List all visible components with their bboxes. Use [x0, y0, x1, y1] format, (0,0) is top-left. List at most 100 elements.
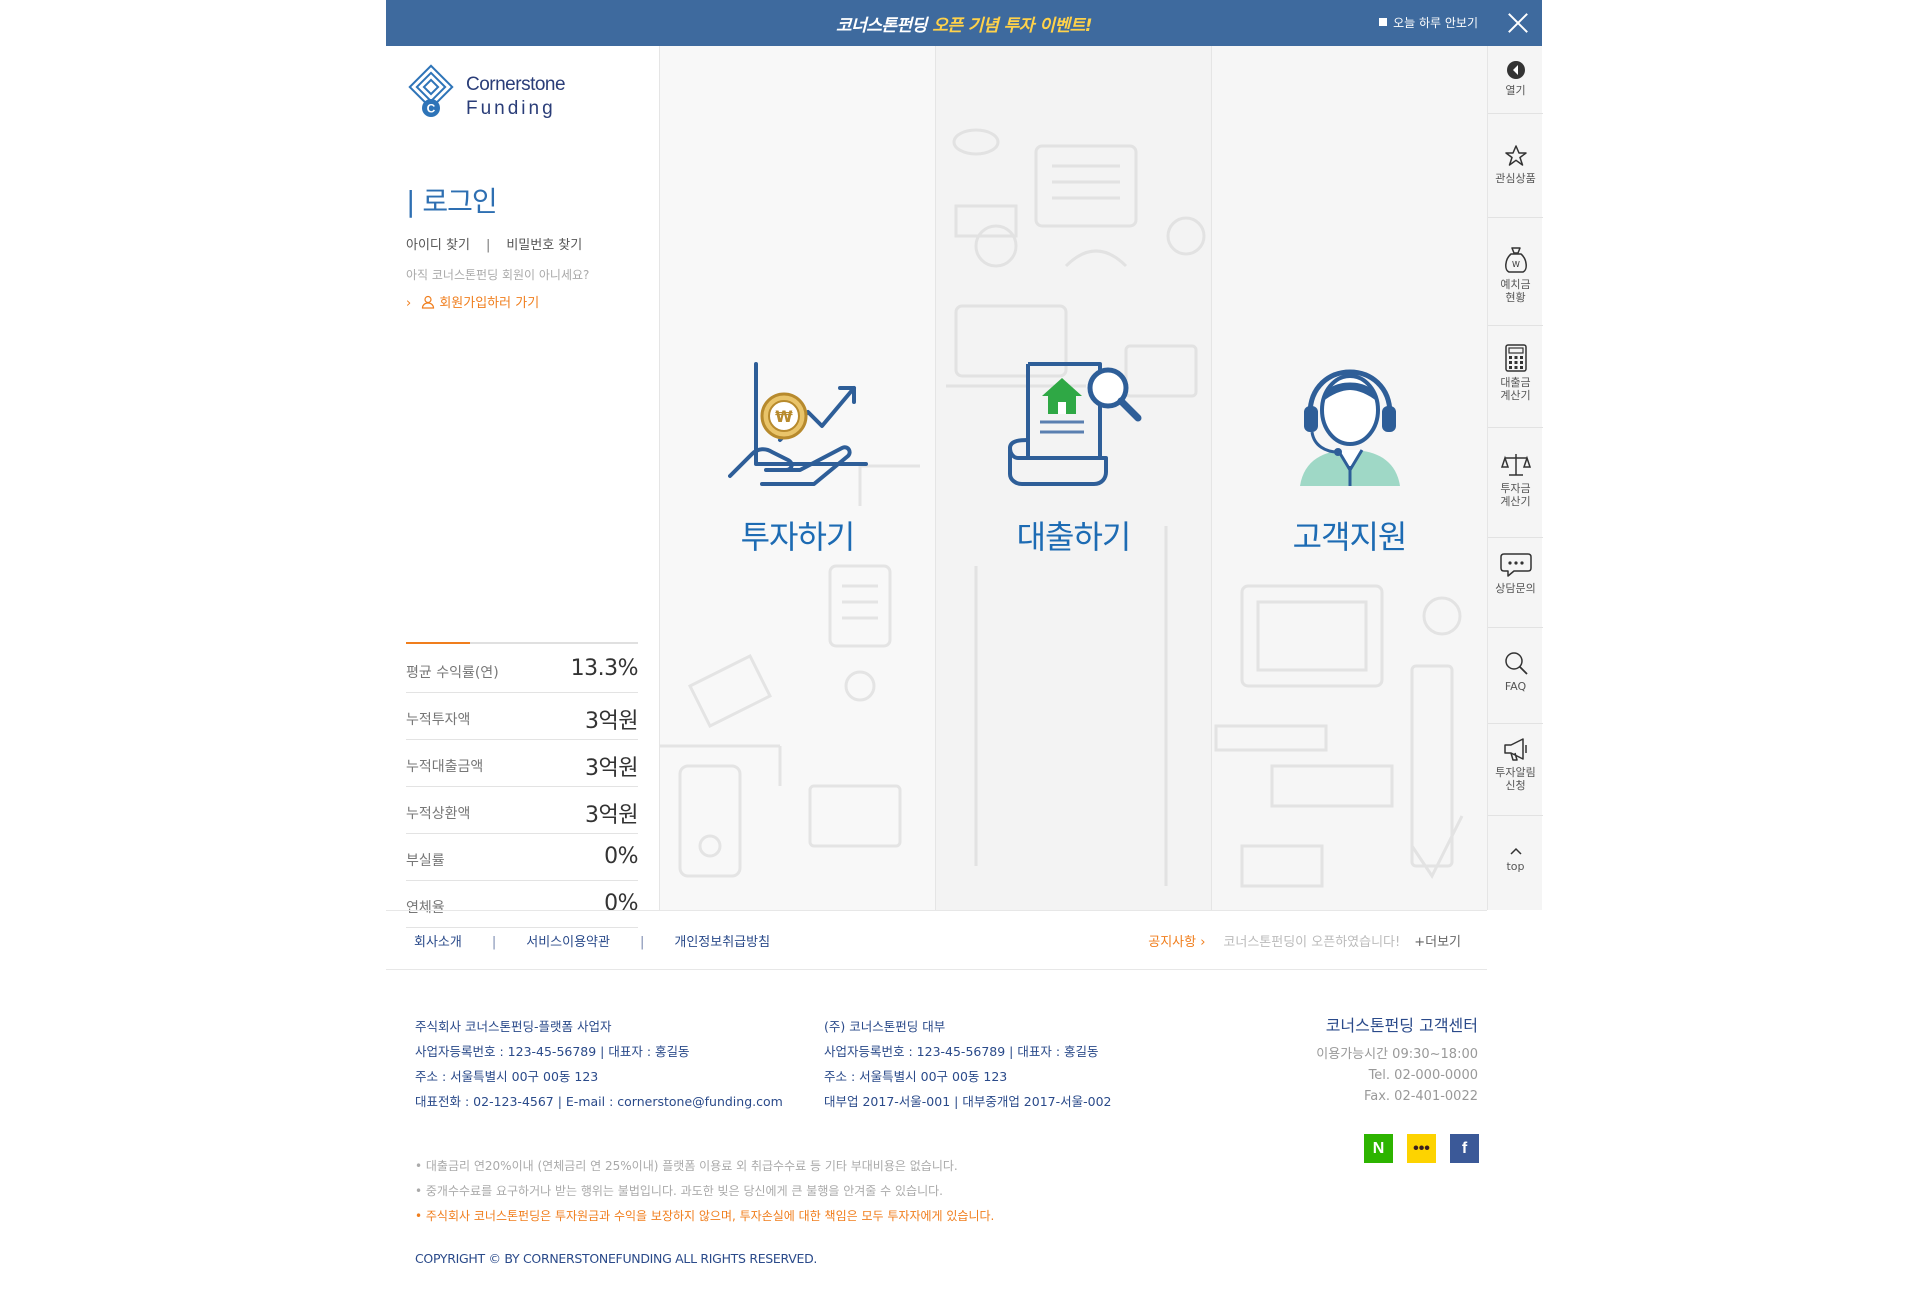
- notice-bar: 공지사항 › 코너스톤펀딩이 오픈하였습니다! +더보기: [1148, 931, 1461, 950]
- company-info-line: 주식회사 코너스톤펀딩-플랫폼 사업자: [415, 1019, 612, 1034]
- support-card[interactable]: 고객지원: [1211, 46, 1487, 910]
- not-member-text: 아직 코너스톤펀딩 회원이 아니세요?: [406, 268, 590, 282]
- company-info-line: 주소 : 서울특별시 00구 00동 123: [415, 1069, 599, 1084]
- star-icon: [1504, 145, 1527, 166]
- invest-title: 투자하기: [740, 518, 856, 556]
- left-panel: C Cornerstone Funding | 로그인 아이디 찾기 | 비밀번호 …: [386, 46, 659, 928]
- footer-nav: 회사소개 | 서비스이용약관 | 개인정보취급방침 공지사항 › 코너스톤펀딩이 오픈하였…: [386, 910, 1487, 970]
- stat-label: 누적상환액: [406, 806, 471, 822]
- event-banner[interactable]: 코너스톤펀딩 오픈 기념 투자 이벤트! 오늘 하루 안보기: [386, 0, 1542, 46]
- customer-center-fax: Fax. 02-401-0022: [1363, 1089, 1478, 1104]
- quick-favorites-button[interactable]: 관심상품: [1488, 144, 1543, 218]
- quick-open-button[interactable]: 열기: [1488, 60, 1543, 114]
- quick-deposit-button[interactable]: W 예치금 현황: [1488, 246, 1543, 326]
- quick-loan-calc-button[interactable]: 대출금 계산기: [1488, 344, 1543, 428]
- customer-center-tel: Tel. 02-000-0000: [1368, 1068, 1478, 1083]
- stat-label: 누적투자액: [406, 712, 471, 728]
- loan-icon: [1008, 362, 1142, 486]
- footer-separator: |: [639, 935, 645, 950]
- megaphone-icon: [1503, 738, 1527, 761]
- quick-alert-button[interactable]: 투자알림 신청: [1488, 736, 1543, 816]
- facebook-icon[interactable]: f: [1450, 1134, 1479, 1163]
- quick-top-button[interactable]: top: [1488, 846, 1543, 886]
- disclaimer-line-highlight: • 주식회사 코너스톤펀딩은 투자원금과 수익을 보장하지 않으며, 투자손실에…: [415, 1209, 995, 1223]
- footer-separator: |: [491, 935, 497, 950]
- stat-value: 13.3%: [570, 656, 639, 681]
- quick-loan-calc-line2: 계산기: [1500, 389, 1531, 402]
- event-text[interactable]: 코너스톤펀딩 오픈 기념 투자 이벤트!: [386, 11, 1542, 36]
- chevron-right-icon: ›: [406, 296, 412, 311]
- scale-icon: [1500, 454, 1531, 476]
- close-icon[interactable]: [1506, 10, 1530, 34]
- company-info-platform: 주식회사 코너스톤펀딩-플랫폼 사업자 사업자등록번호 : 123-45-567…: [415, 1014, 783, 1114]
- calculator-icon: [1504, 344, 1527, 372]
- quick-alert-line2: 신청: [1505, 779, 1526, 792]
- quick-loan-calc-label: 대출금 계산기: [1500, 376, 1530, 402]
- company-info-lending: (주) 코너스톤펀딩 대부 사업자등록번호 : 123-45-56789 | 대…: [824, 1014, 1112, 1114]
- invest-icon: ₩: [728, 362, 868, 486]
- hide-today-label: 오늘 하루 안보기: [1393, 16, 1478, 30]
- company-info-line: 사업자등록번호 : 123-45-56789 | 대표자 : 홍길동: [824, 1044, 1099, 1059]
- logo-word-2: Funding: [466, 98, 556, 119]
- quick-faq-label: FAQ: [1504, 680, 1527, 693]
- customer-center-title: 코너스톤펀딩 고객센터: [1325, 1016, 1478, 1035]
- company-info-line: 사업자등록번호 : 123-45-56789 | 대표자 : 홍길동: [415, 1044, 690, 1059]
- quick-faq-button[interactable]: FAQ: [1488, 650, 1543, 724]
- stat-row: 평균 수익률(연) 13.3%: [406, 646, 639, 693]
- copyright: COPYRIGHT © BY CORNERSTONEFUNDING ALL RI…: [415, 1251, 818, 1266]
- invest-card[interactable]: ₩ 투자하기: [659, 46, 935, 910]
- privacy-link[interactable]: 개인정보취급방침: [674, 935, 770, 950]
- login-links: 아이디 찾기 | 비밀번호 찾기: [406, 234, 582, 253]
- logo-word-1: Cornerstone: [466, 74, 566, 95]
- sns-links: N ••• f: [1350, 1134, 1479, 1163]
- logo[interactable]: C Cornerstone Funding: [406, 64, 606, 134]
- quick-invest-calc-button[interactable]: 투자금 계산기: [1488, 452, 1543, 538]
- support-title: 고객지원: [1292, 518, 1408, 556]
- chevron-up-icon: [1509, 847, 1522, 855]
- stat-value: 3억원: [585, 709, 638, 734]
- quick-top-label: top: [1506, 860, 1525, 873]
- customer-center-hours: 이용가능시간 09:30~18:00: [1316, 1047, 1478, 1062]
- footer-links: 회사소개 | 서비스이용약관 | 개인정보취급방침: [414, 931, 770, 950]
- quick-invest-calc-line1: 투자금: [1500, 482, 1531, 495]
- logo-mark-icon: C: [408, 64, 454, 117]
- notice-label[interactable]: 공지사항 ›: [1148, 935, 1205, 950]
- quick-alert-label: 투자알림 신청: [1495, 766, 1535, 792]
- svg-text:₩: ₩: [775, 407, 793, 426]
- signup-link[interactable]: › 회원가입하러 가기: [406, 292, 539, 311]
- find-password-link[interactable]: 비밀번호 찾기: [506, 238, 582, 253]
- quick-consult-button[interactable]: 상담문의: [1488, 552, 1543, 628]
- company-info-line: (주) 코너스톤펀딩 대부: [824, 1019, 946, 1034]
- company-info-line: 주소 : 서울특별시 00구 00동 123: [824, 1069, 1008, 1084]
- event-prefix: 코너스톤펀딩: [835, 16, 933, 36]
- company-info-line: 대부업 2017-서울-001 | 대부중개업 2017-서울-002: [824, 1094, 1112, 1109]
- event-highlight: 오픈 기념 투자 이벤트!: [932, 16, 1093, 36]
- stat-value: 3억원: [585, 756, 638, 781]
- login-links-separator: |: [485, 238, 491, 253]
- naver-icon[interactable]: N: [1364, 1134, 1393, 1163]
- chat-bubble-icon: [1499, 553, 1532, 577]
- quick-alert-line1: 투자알림: [1495, 766, 1536, 779]
- support-icon: [1300, 369, 1400, 486]
- quick-menu: 열기 관심상품 W 예치금 현황 대출금 계산기 투자금 계산기 상담문의 FAQ 투: [1487, 46, 1543, 910]
- money-bag-icon: W: [1504, 247, 1527, 273]
- stat-label: 누적대출금액: [406, 759, 484, 775]
- login-title[interactable]: | 로그인: [406, 180, 498, 220]
- quick-invest-calc-label: 투자금 계산기: [1500, 482, 1530, 508]
- terms-link[interactable]: 서비스이용약관: [526, 935, 610, 950]
- svg-text:W: W: [1512, 260, 1520, 269]
- about-link[interactable]: 회사소개: [414, 935, 462, 950]
- quick-open-label: 열기: [1505, 84, 1526, 97]
- stat-row: 누적대출금액 3억원: [406, 740, 638, 787]
- search-icon: [1504, 652, 1528, 675]
- stat-row: 부실률 0%: [406, 834, 638, 881]
- find-id-link[interactable]: 아이디 찾기: [406, 238, 470, 253]
- notice-more-link[interactable]: +더보기: [1414, 935, 1461, 950]
- hide-today-checkbox[interactable]: 오늘 하루 안보기: [1379, 14, 1478, 31]
- signup-label: 회원가입하러 가기: [439, 296, 540, 311]
- page: 코너스톤펀딩 오픈 기념 투자 이벤트! 오늘 하루 안보기 C Corners…: [386, 0, 1543, 1312]
- loan-card[interactable]: 대출하기: [935, 46, 1211, 910]
- kakao-icon[interactable]: •••: [1407, 1134, 1436, 1163]
- loan-title: 대출하기: [1016, 518, 1132, 556]
- notice-text[interactable]: 코너스톤펀딩이 오픈하였습니다!: [1223, 935, 1400, 950]
